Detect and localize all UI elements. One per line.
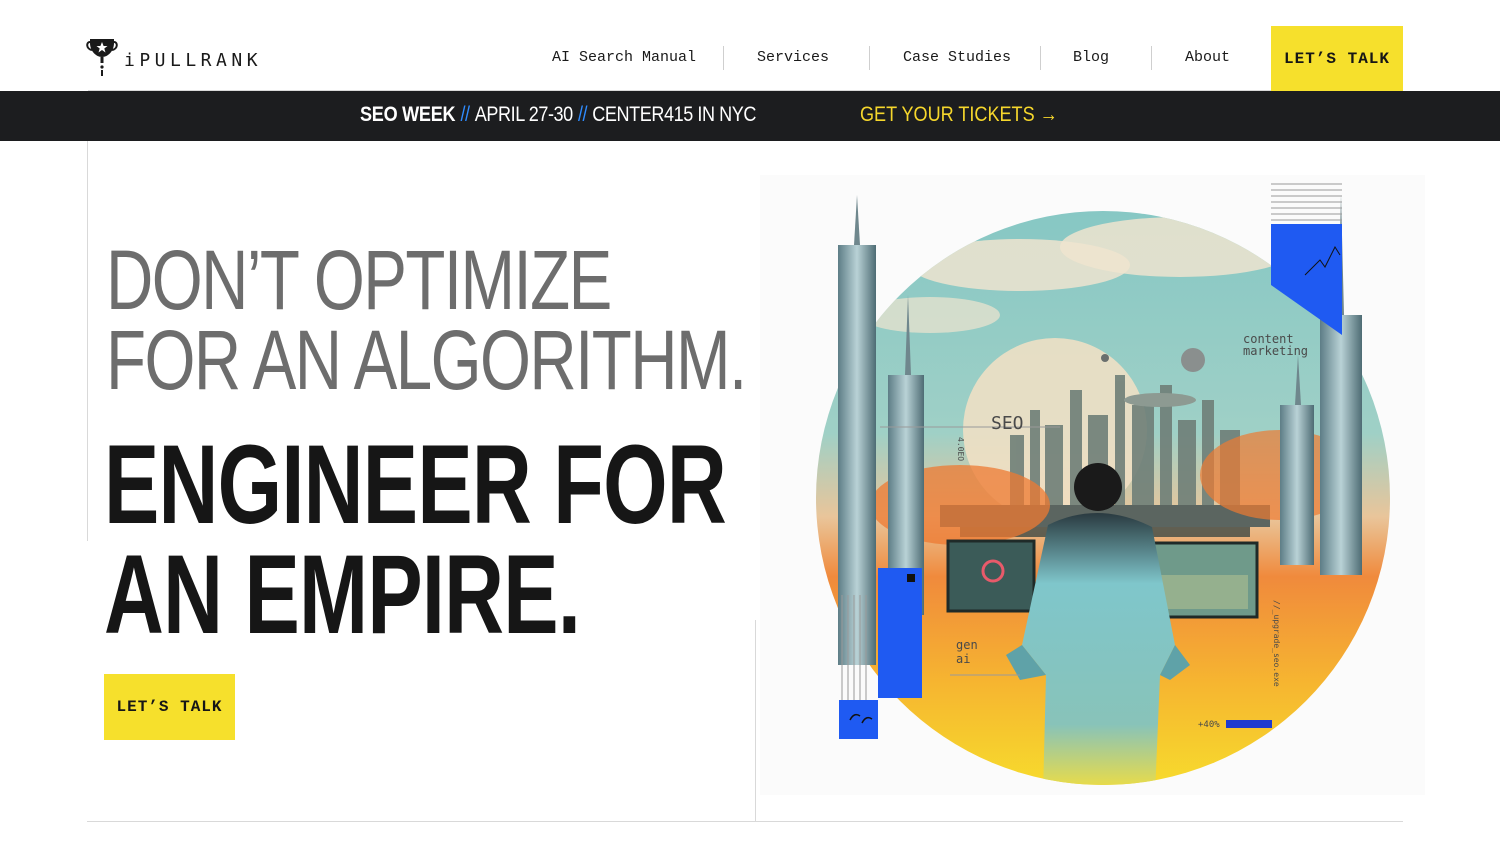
art-label-upgrade: //_upgrade_seo.exe — [1272, 600, 1281, 687]
nav-divider — [1151, 46, 1152, 70]
banner-separator: // — [460, 103, 470, 126]
nav-divider — [1040, 46, 1041, 70]
nav-item-ai-search-manual[interactable]: AI Search Manual — [552, 46, 696, 70]
art-label-side-code: 4.0EO — [956, 437, 965, 461]
art-planet — [1101, 354, 1109, 362]
hero-subheadline: DON’T OPTIMIZE FOR AN ALGORITHM. — [106, 238, 747, 402]
art-planet — [1181, 348, 1205, 372]
grid-line — [87, 141, 88, 541]
event-dates: APRIL 27-30 — [474, 103, 573, 126]
nav-divider — [869, 46, 870, 70]
header-lets-talk-button[interactable]: LET’S TALK — [1271, 26, 1403, 91]
art-label-percent: +40% — [1198, 720, 1220, 730]
art-label-ai: ai — [956, 652, 970, 666]
hero-subheadline-line-2: FOR AN ALGORITHM. — [106, 313, 747, 407]
get-tickets-link[interactable]: GET YOUR TICKETS → — [860, 103, 1058, 127]
art-marker — [907, 574, 915, 582]
hero-headline: ENGINEER FOR AN EMPIRE. — [104, 429, 727, 651]
hero-headline-line-1: ENGINEER FOR — [104, 422, 727, 547]
art-label-seo: SEO — [991, 413, 1024, 434]
art-label-gen: gen — [956, 638, 978, 652]
event-banner: SEO WEEK//APRIL 27-30//CENTER415 IN NYC … — [0, 91, 1500, 141]
hero-lets-talk-button[interactable]: LET’S TALK — [104, 674, 235, 740]
nav-item-case-studies[interactable]: Case Studies — [903, 46, 1011, 70]
event-name: SEO WEEK — [360, 103, 456, 126]
banner-separator: // — [577, 103, 588, 126]
art-progress-bar — [1226, 720, 1272, 728]
art-blue-block — [839, 700, 878, 739]
site-header: iPULLRANK AI Search Manual Services Case… — [0, 0, 1500, 91]
event-venue: CENTER415 IN NYC — [592, 103, 757, 126]
art-blue-block — [878, 568, 922, 698]
event-info: SEO WEEK//APRIL 27-30//CENTER415 IN NYC — [360, 103, 756, 127]
nav-item-services[interactable]: Services — [757, 46, 829, 70]
art-label-marketing: marketing — [1243, 344, 1308, 358]
nav-divider — [723, 46, 724, 70]
grid-line — [755, 620, 756, 822]
hero-illustration: content marketing SEO gen ai +40% //_upg… — [760, 175, 1425, 795]
grid-line — [87, 821, 1403, 822]
hero-headline-line-2: AN EMPIRE. — [104, 532, 581, 657]
nav-item-blog[interactable]: Blog — [1073, 46, 1109, 70]
nav-item-about[interactable]: About — [1185, 46, 1230, 70]
